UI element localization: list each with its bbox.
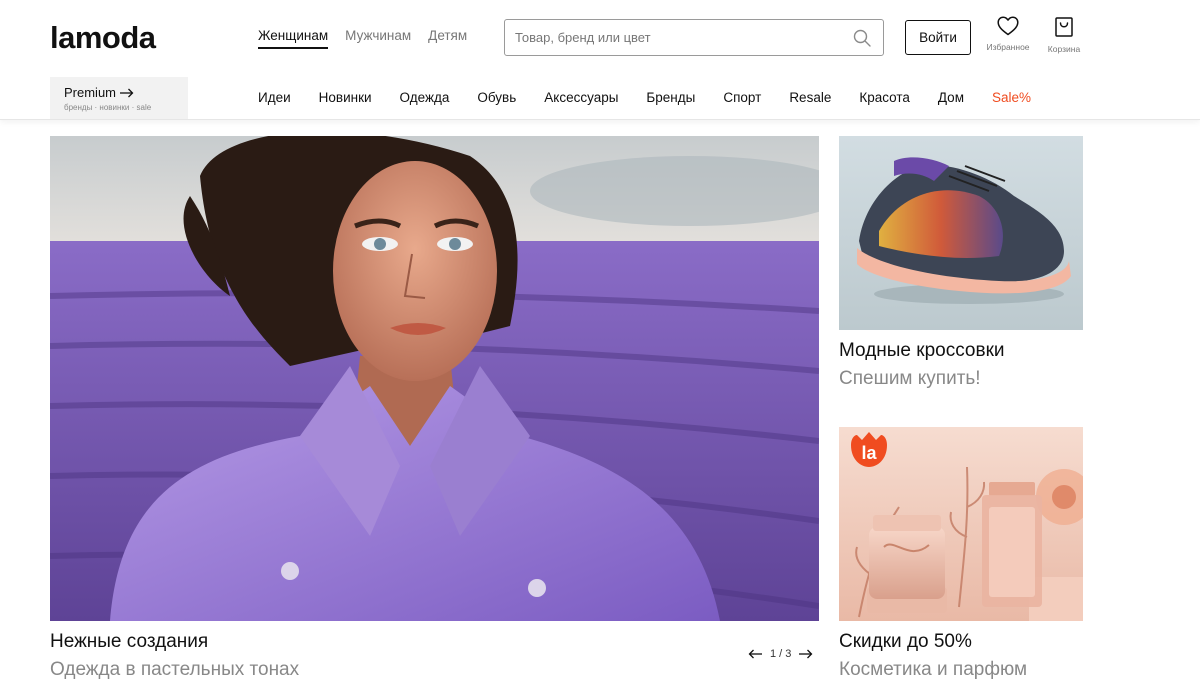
- heart-icon: [997, 16, 1019, 36]
- tab-kids[interactable]: Детям: [428, 28, 467, 49]
- la-badge: la: [861, 443, 877, 463]
- category-sport[interactable]: Спорт: [723, 90, 761, 105]
- cart-label: Корзина: [1047, 44, 1081, 54]
- search-box: [504, 19, 884, 56]
- favorites-label: Избранное: [986, 42, 1030, 52]
- category-brands[interactable]: Бренды: [646, 90, 695, 105]
- promo-card-sneakers-subtitle: Спешим купить!: [839, 368, 981, 389]
- category-home[interactable]: Дом: [938, 90, 964, 105]
- pager-counter: 1 / 3: [770, 648, 792, 660]
- category-shoes[interactable]: Обувь: [477, 90, 516, 105]
- tab-women[interactable]: Женщинам: [258, 28, 329, 49]
- promo-card-sneakers-title[interactable]: Модные кроссовки: [839, 340, 1005, 362]
- arrow-left-icon[interactable]: [748, 649, 762, 659]
- promo-card-beauty-subtitle: Косметика и парфюм: [839, 659, 1028, 680]
- category-new[interactable]: Новинки: [319, 90, 372, 105]
- search-input[interactable]: [505, 20, 845, 55]
- lamoda-logo[interactable]: lamoda: [50, 20, 190, 56]
- hero-pager: 1 / 3: [748, 648, 813, 660]
- cart-button[interactable]: Корзина: [1038, 16, 1090, 54]
- category-beauty[interactable]: Красота: [859, 90, 910, 105]
- promo-card-beauty-image[interactable]: la: [839, 427, 1083, 621]
- login-button[interactable]: Войти: [905, 20, 971, 55]
- hero-title[interactable]: Нежные создания: [50, 631, 208, 653]
- premium-subtitle: бренды · новинки · sale: [64, 103, 152, 112]
- arrow-right-icon[interactable]: [799, 649, 813, 659]
- hero-subtitle: Одежда в пастельных тонах: [50, 659, 300, 680]
- category-sale[interactable]: Sale%: [992, 90, 1031, 105]
- category-nav: Идеи Новинки Одежда Обувь Аксессуары Бре…: [258, 90, 1031, 105]
- search-icon[interactable]: [853, 29, 871, 47]
- promo-card-beauty-title[interactable]: Скидки до 50%: [839, 631, 972, 653]
- premium-banner[interactable]: Premium бренды · новинки · sale: [50, 77, 188, 119]
- category-clothing[interactable]: Одежда: [400, 90, 450, 105]
- shopping-bag-icon: [1055, 17, 1073, 37]
- premium-title: Premium: [64, 85, 117, 100]
- favorites-button[interactable]: Избранное: [982, 16, 1034, 52]
- promo-card-sneakers-image[interactable]: [839, 136, 1083, 330]
- category-ideas[interactable]: Идеи: [258, 90, 291, 105]
- hero-banner-image[interactable]: [50, 136, 819, 621]
- svg-text:lamoda: lamoda: [50, 20, 157, 55]
- site-header: lamoda Женщинам Мужчинам Детям Войти Изб…: [0, 0, 1200, 120]
- arrow-right-icon: [120, 88, 134, 97]
- category-resale[interactable]: Resale: [789, 90, 831, 105]
- tab-men[interactable]: Мужчинам: [345, 28, 411, 49]
- gender-tabs: Женщинам Мужчинам Детям: [258, 28, 467, 49]
- category-accessories[interactable]: Аксессуары: [544, 90, 618, 105]
